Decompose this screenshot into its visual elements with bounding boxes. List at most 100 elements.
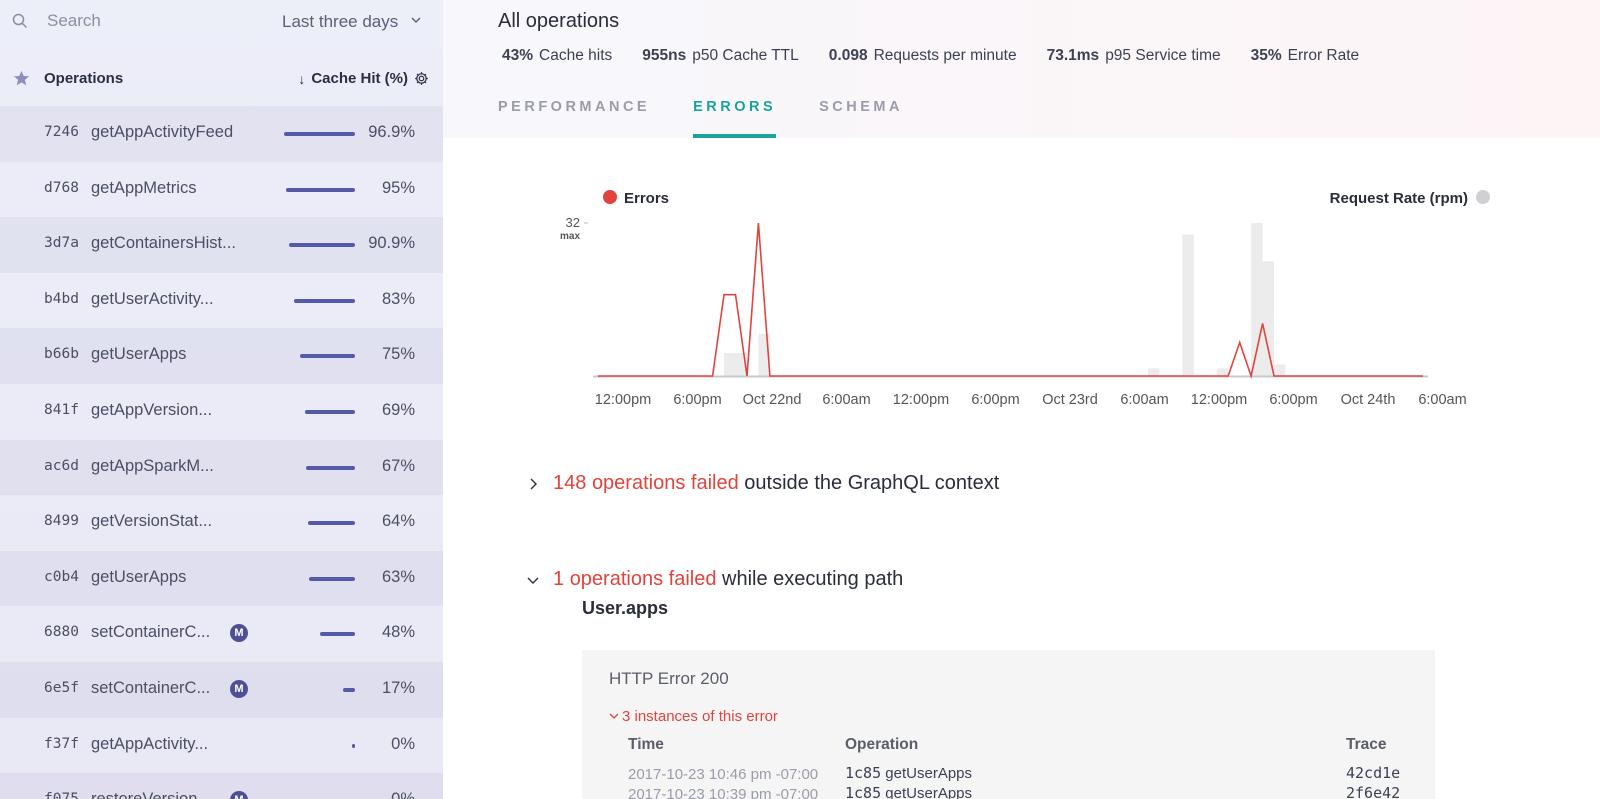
operation-row[interactable]: ac6d getAppSparkM... 67% [0,439,443,496]
operations-list: 7246 getAppActivityFeed 96.9% d768 getAppMet… [0,106,443,799]
operation-row[interactable]: b4bd getUserActivity... 83% [0,272,443,329]
chevron-down-icon [411,17,421,23]
error-count: 148 [553,472,587,494]
instance-op-hash: 1c85 [845,764,882,782]
instance-op-name: getUserApps [885,765,973,782]
operation-name: setContainerC... [91,623,211,642]
tab-schema[interactable]: SCHEMA [819,98,903,138]
x-tick-label: Oct 23rd [1042,392,1098,408]
left-axis-max-label: max [560,231,580,242]
instance-op-name: getUserApps [885,785,973,799]
main-panel: All operations 43% Cache hits 955ns p50 Cac… [443,0,1600,799]
page-title: All operations [498,10,620,32]
x-tick-label: 12:00pm [595,392,651,408]
instance-time: 2017-10-23 10:46 pm -07:00 [628,766,819,783]
cache-hit-percent: 75% [381,345,415,364]
cache-hit-bar [309,576,355,581]
cache-hit-bar [300,354,355,359]
sort-control[interactable]: ↓ Cache Hit (%) [298,70,429,87]
operation-header: All operations 43% Cache hits 955ns p50 Cac… [443,0,1600,138]
stat-value: 43% [502,47,534,64]
operation-name: getVersionStat... [91,512,213,531]
instance-trace[interactable]: 2f6e42 [1346,784,1400,799]
operation-hash: 3d7a [44,235,79,252]
gear-icon[interactable] [414,71,429,86]
left-axis-max: 32 [566,215,580,230]
stats-row: 43% Cache hits 955ns p50 Cache TTL 0.098 Requ… [502,47,1359,65]
stat-label: p50 Cache TTL [692,47,799,64]
cache-hit-bar [284,132,355,136]
instances-toggle[interactable]: 3 instances of this error [609,708,778,725]
legend-label-errors: Errors [624,190,669,207]
error-red-text: operations failed [569,568,717,590]
operation-hash: c0b4 [44,568,79,585]
cache-hit-percent: 90.9% [368,234,415,253]
error-count: 1 [553,568,565,590]
instance-trace[interactable]: 42cd1e [1346,764,1400,782]
cache-hit-percent: 17% [381,678,415,697]
legend-swatch-request-rate [1476,190,1490,204]
operation-hash: ac6d [44,457,79,474]
cache-hit-bar [294,298,355,303]
search-input[interactable]: Search [47,11,101,31]
time-range-dropdown[interactable]: Last three days [282,12,421,32]
tab-errors[interactable]: ERRORS [693,98,777,138]
errors-chart: ErrorsRequest Rate (rpm)32max2max12:00pm… [560,190,1490,408]
x-tick-label: 12:00pm [893,392,949,408]
instance-operation[interactable]: 1c85 getUserApps [845,784,972,799]
x-tick-label: 6:00pm [971,392,1019,408]
operations-sidebar: Search Last three days Operations ↓ Cach… [0,0,443,799]
error-title: HTTP Error 200 [609,669,729,688]
search-icon [12,13,28,29]
mutation-badge: M [230,624,248,643]
x-tick-label: 6:00am [822,392,870,408]
cache-hit-bar [305,409,355,414]
instance-operation[interactable]: 1c85 getUserApps [845,764,972,782]
operation-row[interactable]: 7246 getAppActivityFeed 96.9% [0,106,443,162]
operation-name: setContainerC... [91,678,211,697]
cache-hit-bar [352,743,355,748]
operation-row[interactable]: 6880 setContainerC... M 48% [0,606,443,662]
stat-label: Cache hits [539,47,613,64]
error-description: while executing path [722,568,904,590]
operation-row[interactable]: b66b getUserApps 75% [0,328,443,384]
operation-hash: 7246 [44,124,79,140]
x-tick-label: Oct 24th [1341,392,1396,408]
stat-item: 955ns p50 Cache TTL [642,47,799,65]
request-rate-bar [1262,261,1275,376]
operation-row[interactable]: f075 restoreVersion... M 0% [0,773,443,799]
operation-row[interactable]: 8499 getVersionStat... 64% [0,495,443,551]
chevron-down-icon[interactable] [527,574,539,586]
star-icon[interactable] [13,70,30,87]
operation-row[interactable]: c0b4 getUserApps 63% [0,550,443,607]
operation-row[interactable]: f37f getAppActivity... 0% [0,717,443,774]
operations-header: Operations ↓ Cache Hit (%) [0,62,443,96]
cache-hit-percent: 64% [381,512,415,531]
operation-row[interactable]: 6e5f setContainerC... M 17% [0,661,443,718]
operations-title: Operations [44,70,124,87]
operation-name: getAppSparkM... [91,456,214,475]
chevron-right-icon[interactable] [527,478,539,490]
cache-hit-percent: 69% [381,400,415,419]
chevron-down-icon [609,713,619,719]
operation-name: getUserApps [91,567,187,586]
operation-row[interactable]: 841f getAppVersion... 69% [0,383,443,440]
error-description: outside the GraphQL context [744,472,1000,494]
cache-hit-percent: 67% [381,456,415,475]
operation-name: getAppVersion... [91,400,213,419]
cache-hit-percent: 95% [381,178,415,197]
x-tick-label: 6:00am [1418,392,1466,408]
stat-item: 43% Cache hits [502,47,612,65]
cache-hit-percent: 48% [381,623,415,642]
operation-row[interactable]: d768 getAppMetrics 95% [0,161,443,218]
tab-performance[interactable]: PERFORMANCE [498,98,650,138]
errors-line [598,222,1423,379]
operation-name: getAppActivityFeed [91,123,234,141]
request-rate-bar [1182,234,1194,376]
error-path: User.apps [582,598,669,618]
operation-row[interactable]: 3d7a getContainersHist... 90.9% [0,217,443,273]
operation-name: getContainersHist... [91,234,236,253]
request-rate-bar [724,353,736,376]
x-tick-label: 6:00am [1120,392,1168,408]
stat-label: Error Rate [1287,47,1360,64]
